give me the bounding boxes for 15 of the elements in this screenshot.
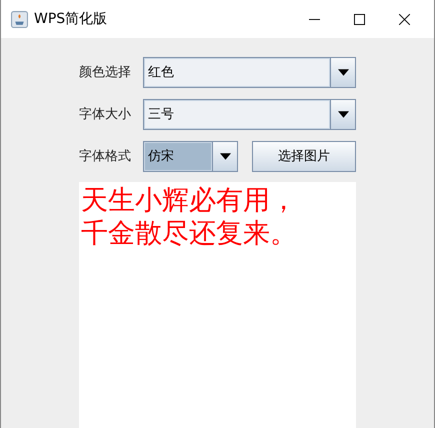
app-icon (11, 10, 28, 28)
field-label: 字体格式 (79, 148, 132, 165)
choose-image-button[interactable]: 选择图片 (252, 140, 356, 172)
field-label: 字体大小 (79, 106, 132, 123)
text-area[interactable]: 天生小辉必有用， 千金散尽还复来。 (79, 182, 356, 428)
dropdown[interactable]: 仿宋 (143, 140, 238, 172)
maximize-icon[interactable] (354, 14, 365, 24)
dropdown[interactable]: 红色 (143, 56, 356, 88)
dropdown-arrow-icon (338, 110, 348, 118)
close-icon[interactable] (399, 14, 410, 24)
dropdown-arrow-icon (338, 68, 348, 76)
dropdown[interactable]: 三号 (143, 98, 356, 130)
window-title: WPS简化版 (34, 10, 108, 28)
dropdown-arrow-icon (220, 152, 230, 160)
field-label: 颜色选择 (79, 64, 132, 81)
